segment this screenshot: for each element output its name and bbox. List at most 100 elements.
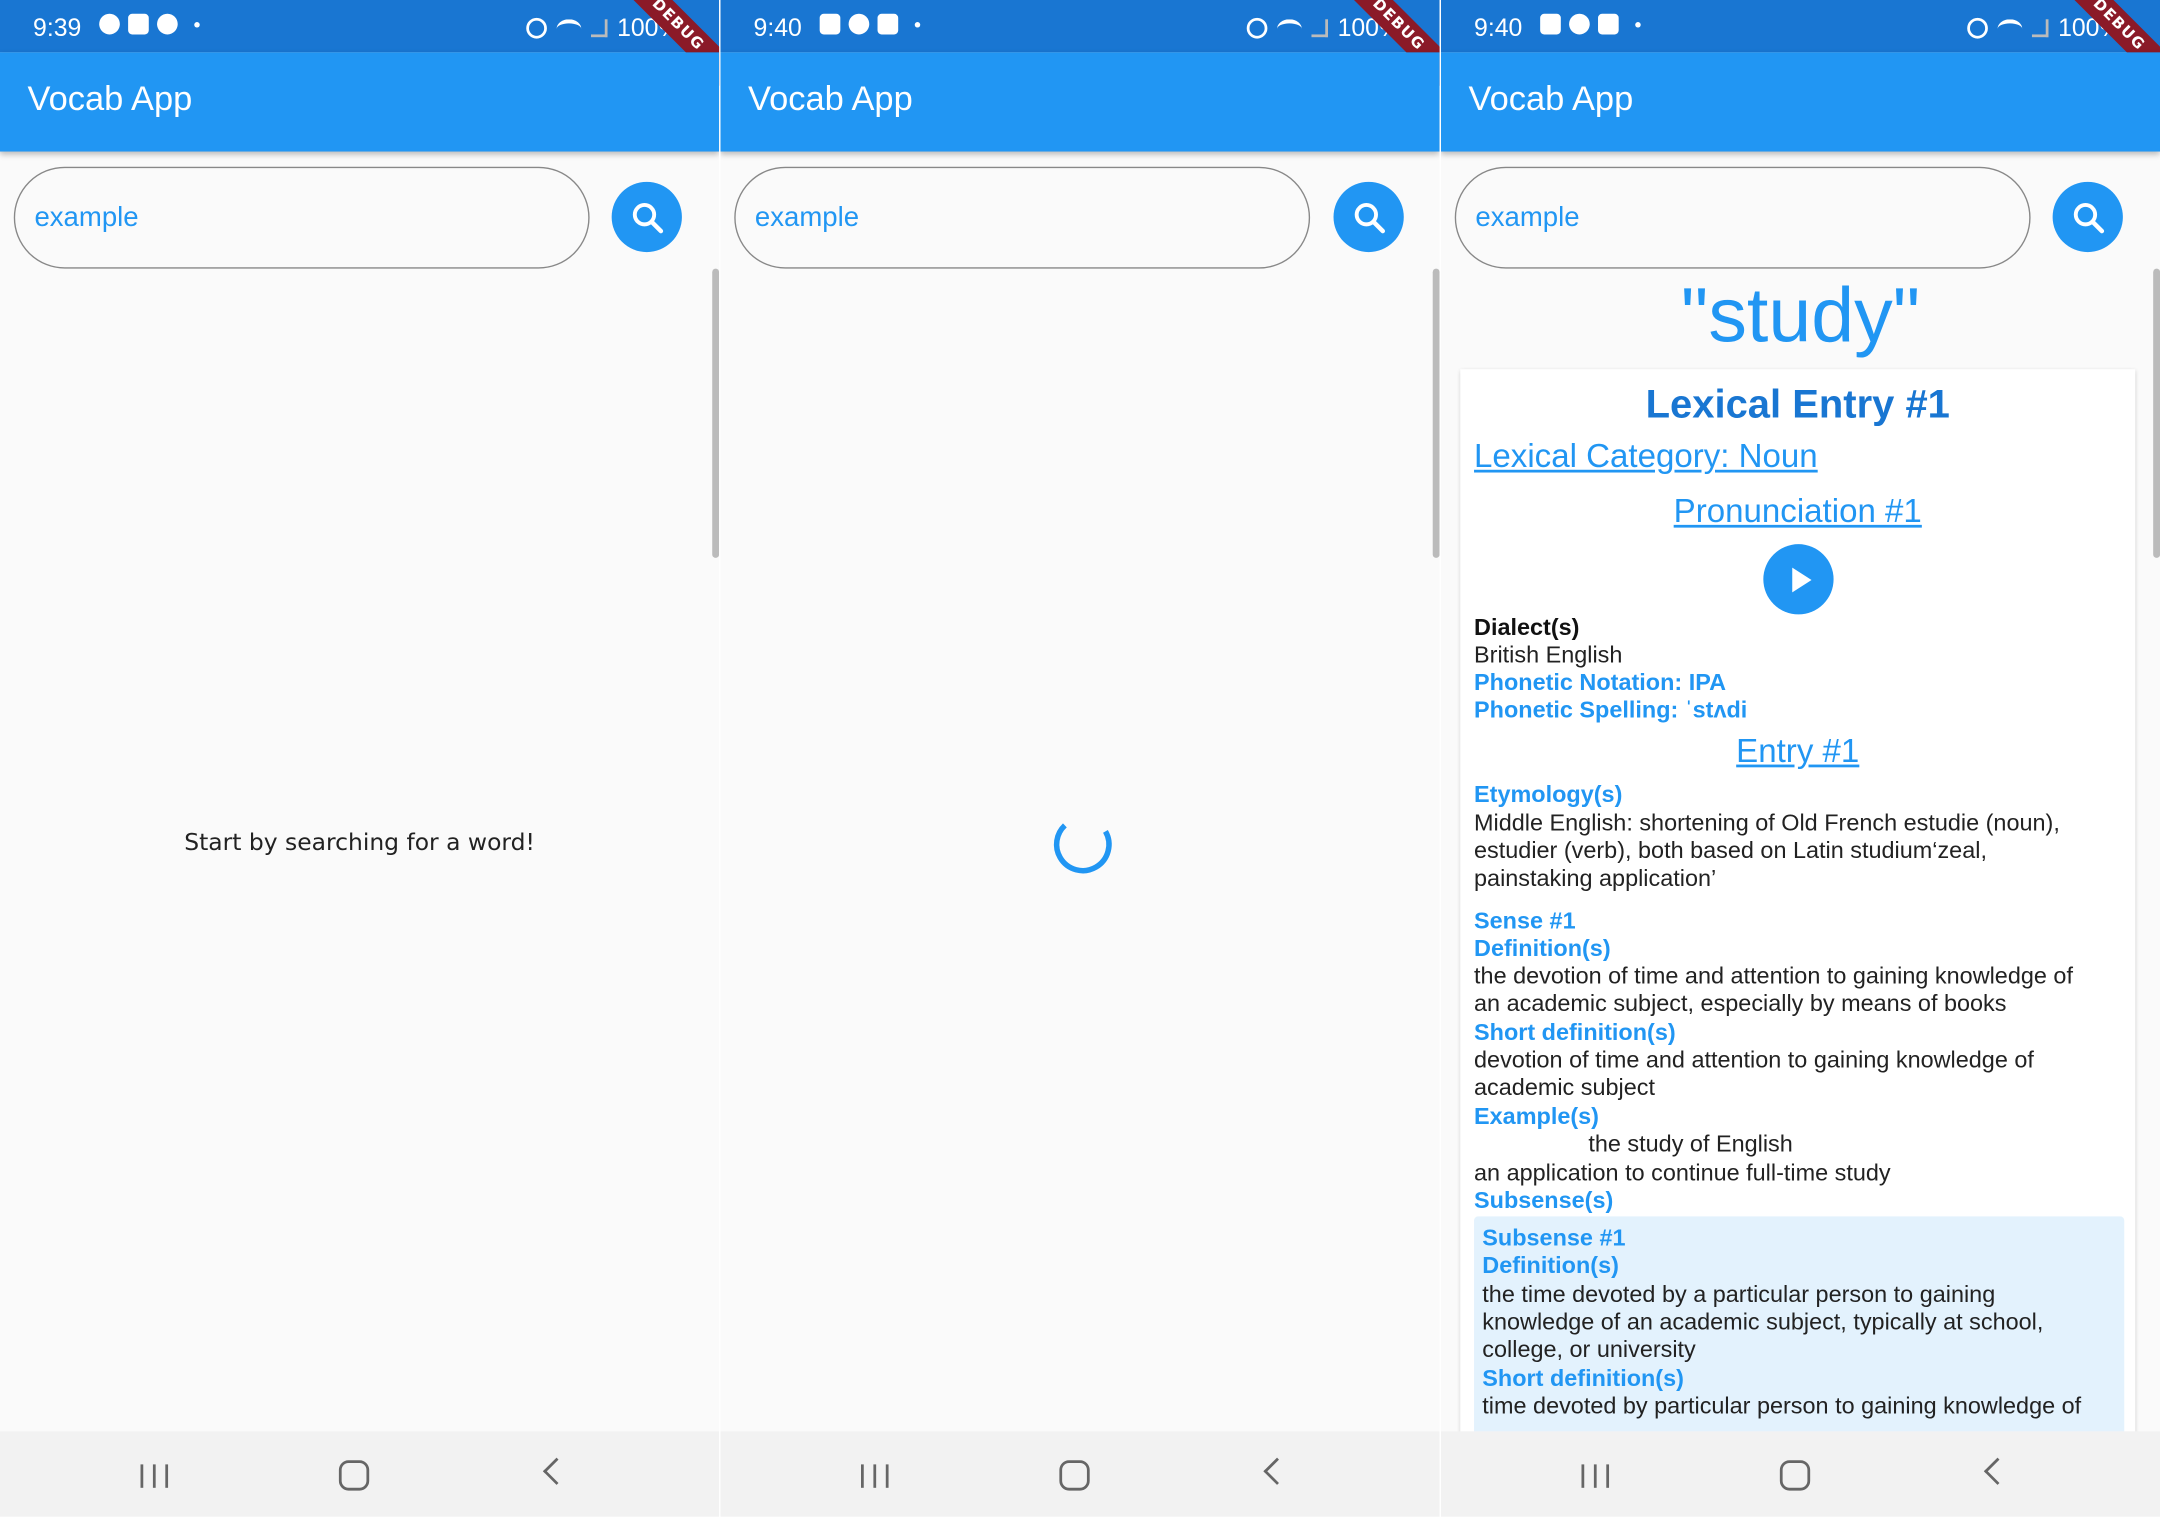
home-button[interactable] bbox=[338, 1460, 370, 1491]
status-bar: 9:40 100% DEBUG bbox=[720, 0, 1440, 103]
dialects-label: Dialect(s) bbox=[1474, 614, 1580, 641]
loading-spinner bbox=[1053, 815, 1112, 874]
app-notification-icon bbox=[128, 13, 149, 35]
status-time: 9:39 bbox=[33, 13, 82, 42]
short-definitions-label: Short definition(s) bbox=[1474, 1019, 1676, 1046]
notification-icons bbox=[1540, 13, 1641, 35]
recents-button[interactable] bbox=[140, 1464, 169, 1488]
back-button[interactable] bbox=[542, 1457, 571, 1485]
search-button[interactable] bbox=[2052, 181, 2123, 253]
system-nav-bar bbox=[0, 1431, 720, 1517]
app-bar: Vocab App bbox=[0, 52, 720, 152]
phonetic-spelling: Phonetic Spelling: ˈstʌdi bbox=[1474, 697, 1748, 724]
subsense-short-definition-line: time devoted by particular person to gai… bbox=[1482, 1392, 2082, 1419]
dialect-value: British English bbox=[1474, 641, 1623, 669]
play-icon bbox=[1791, 566, 1811, 592]
phonetic-notation: Phonetic Notation: IPA bbox=[1474, 669, 1727, 696]
subsense-card: Subsense #1 Definition(s) the time devot… bbox=[1474, 1216, 2125, 1444]
empty-state-message: Start by searching for a word! bbox=[184, 829, 535, 857]
home-button[interactable] bbox=[1779, 1460, 1811, 1491]
lexical-entry-card: Lexical Entry #1 Lexical Category: Noun … bbox=[1460, 369, 2136, 1444]
alarm-icon bbox=[1967, 17, 1988, 39]
subsense-short-definitions-label: Short definition(s) bbox=[1482, 1365, 1684, 1392]
example-item: the study of English bbox=[1588, 1131, 1793, 1158]
app-notification-icon bbox=[1598, 13, 1619, 35]
scrollbar[interactable] bbox=[712, 268, 720, 558]
etymology-line: painstaking application’ bbox=[1474, 865, 1717, 892]
status-bar: 9:40 100% DEBUG bbox=[1440, 0, 2160, 103]
phone-screen-result: 9:40 100% DEBUG Vocab App "study" bbox=[1440, 0, 2160, 1517]
recents-button[interactable] bbox=[861, 1464, 889, 1488]
wifi-icon bbox=[1276, 18, 1302, 38]
lexical-entry-title: Lexical Entry #1 bbox=[1645, 382, 1950, 428]
wifi-icon bbox=[1997, 18, 2023, 38]
subsense-definition-line: knowledge of an academic subject, typica… bbox=[1482, 1308, 2044, 1335]
etymology-line: Middle English: shortening of Old French… bbox=[1474, 810, 2060, 837]
search-input[interactable] bbox=[734, 166, 1311, 269]
short-definition-line: devotion of time and attention to gainin… bbox=[1474, 1046, 2034, 1074]
notification-icons bbox=[99, 13, 200, 35]
sense-label: Sense #1 bbox=[1474, 907, 1576, 935]
subsense-definition-line: college, or university bbox=[1482, 1336, 1696, 1363]
gallery-icon bbox=[1540, 13, 1561, 35]
signal-icon bbox=[1311, 19, 1328, 38]
more-notifications-icon bbox=[1635, 21, 1641, 27]
subsense-label: Subsense #1 bbox=[1482, 1224, 1626, 1251]
signal-icon bbox=[590, 19, 608, 38]
system-nav-bar bbox=[720, 1431, 1440, 1517]
status-bar: 9:39 100% DEBUG bbox=[0, 0, 720, 103]
back-button[interactable] bbox=[1983, 1457, 2012, 1485]
etymology-label: Etymology(s) bbox=[1474, 781, 1623, 808]
app-title: Vocab App bbox=[27, 79, 193, 119]
scrollbar[interactable] bbox=[1432, 268, 1440, 558]
app-title: Vocab App bbox=[748, 79, 913, 119]
app-title: Vocab App bbox=[1468, 79, 1634, 119]
subsenses-label: Subsense(s) bbox=[1474, 1187, 1614, 1214]
example-item: an application to continue full-time stu… bbox=[1474, 1159, 1891, 1187]
lexical-category: Lexical Category: Noun bbox=[1474, 438, 1818, 476]
home-button[interactable] bbox=[1059, 1460, 1090, 1491]
messenger-icon bbox=[848, 13, 870, 35]
signal-icon bbox=[2031, 19, 2049, 38]
alarm-icon bbox=[526, 17, 547, 39]
search-icon bbox=[2073, 202, 2104, 233]
play-audio-button[interactable] bbox=[1763, 544, 1834, 615]
alarm-icon bbox=[1246, 17, 1268, 39]
subsense-definition-line: the time devoted by a particular person … bbox=[1482, 1281, 1996, 1308]
app-bar: Vocab App bbox=[720, 52, 1440, 152]
messenger-icon bbox=[99, 13, 120, 35]
examples-label: Example(s) bbox=[1474, 1103, 1599, 1130]
messenger-icon bbox=[1569, 13, 1590, 35]
etymology-line: estudier (verb), both based on Latin stu… bbox=[1474, 837, 1987, 864]
more-notifications-icon bbox=[194, 21, 200, 27]
status-time: 9:40 bbox=[1474, 13, 1523, 42]
subsense-definitions-label: Definition(s) bbox=[1482, 1252, 1619, 1279]
search-input[interactable] bbox=[1454, 166, 2031, 269]
status-time: 9:40 bbox=[753, 13, 802, 42]
wifi-icon bbox=[556, 18, 582, 38]
search-icon bbox=[632, 202, 663, 233]
searched-word: "study" bbox=[1680, 271, 1921, 359]
definition-line: an academic subject, especially by means… bbox=[1474, 990, 2007, 1017]
short-definition-line: academic subject bbox=[1474, 1074, 1655, 1101]
notification-icons bbox=[819, 13, 921, 35]
app-bar: Vocab App bbox=[1440, 52, 2160, 152]
more-notifications-icon bbox=[914, 21, 921, 27]
search-button[interactable] bbox=[1333, 181, 1404, 253]
definition-line: the devotion of time and attention to ga… bbox=[1474, 962, 2073, 990]
entry-title: Entry #1 bbox=[1736, 732, 1860, 771]
phone-screen-loading: 9:40 100% DEBUG Vocab App bbox=[720, 0, 1440, 1517]
search-input[interactable] bbox=[13, 166, 590, 269]
definitions-label: Definition(s) bbox=[1474, 935, 1611, 962]
back-button[interactable] bbox=[1263, 1457, 1291, 1485]
screens-composite: 9:39 100% DEBUG Vocab App Start by searc… bbox=[0, 0, 2160, 1517]
phone-screen-initial: 9:39 100% DEBUG Vocab App Start by searc… bbox=[0, 0, 720, 1517]
gallery-icon bbox=[819, 13, 841, 35]
pronunciation-title: Pronunciation #1 bbox=[1673, 493, 1922, 531]
incognito-icon bbox=[157, 13, 178, 35]
search-icon bbox=[1354, 202, 1385, 233]
search-button[interactable] bbox=[611, 181, 682, 253]
recents-button[interactable] bbox=[1581, 1464, 1610, 1488]
system-nav-bar bbox=[1440, 1431, 2160, 1517]
app-notification-icon bbox=[877, 13, 899, 35]
